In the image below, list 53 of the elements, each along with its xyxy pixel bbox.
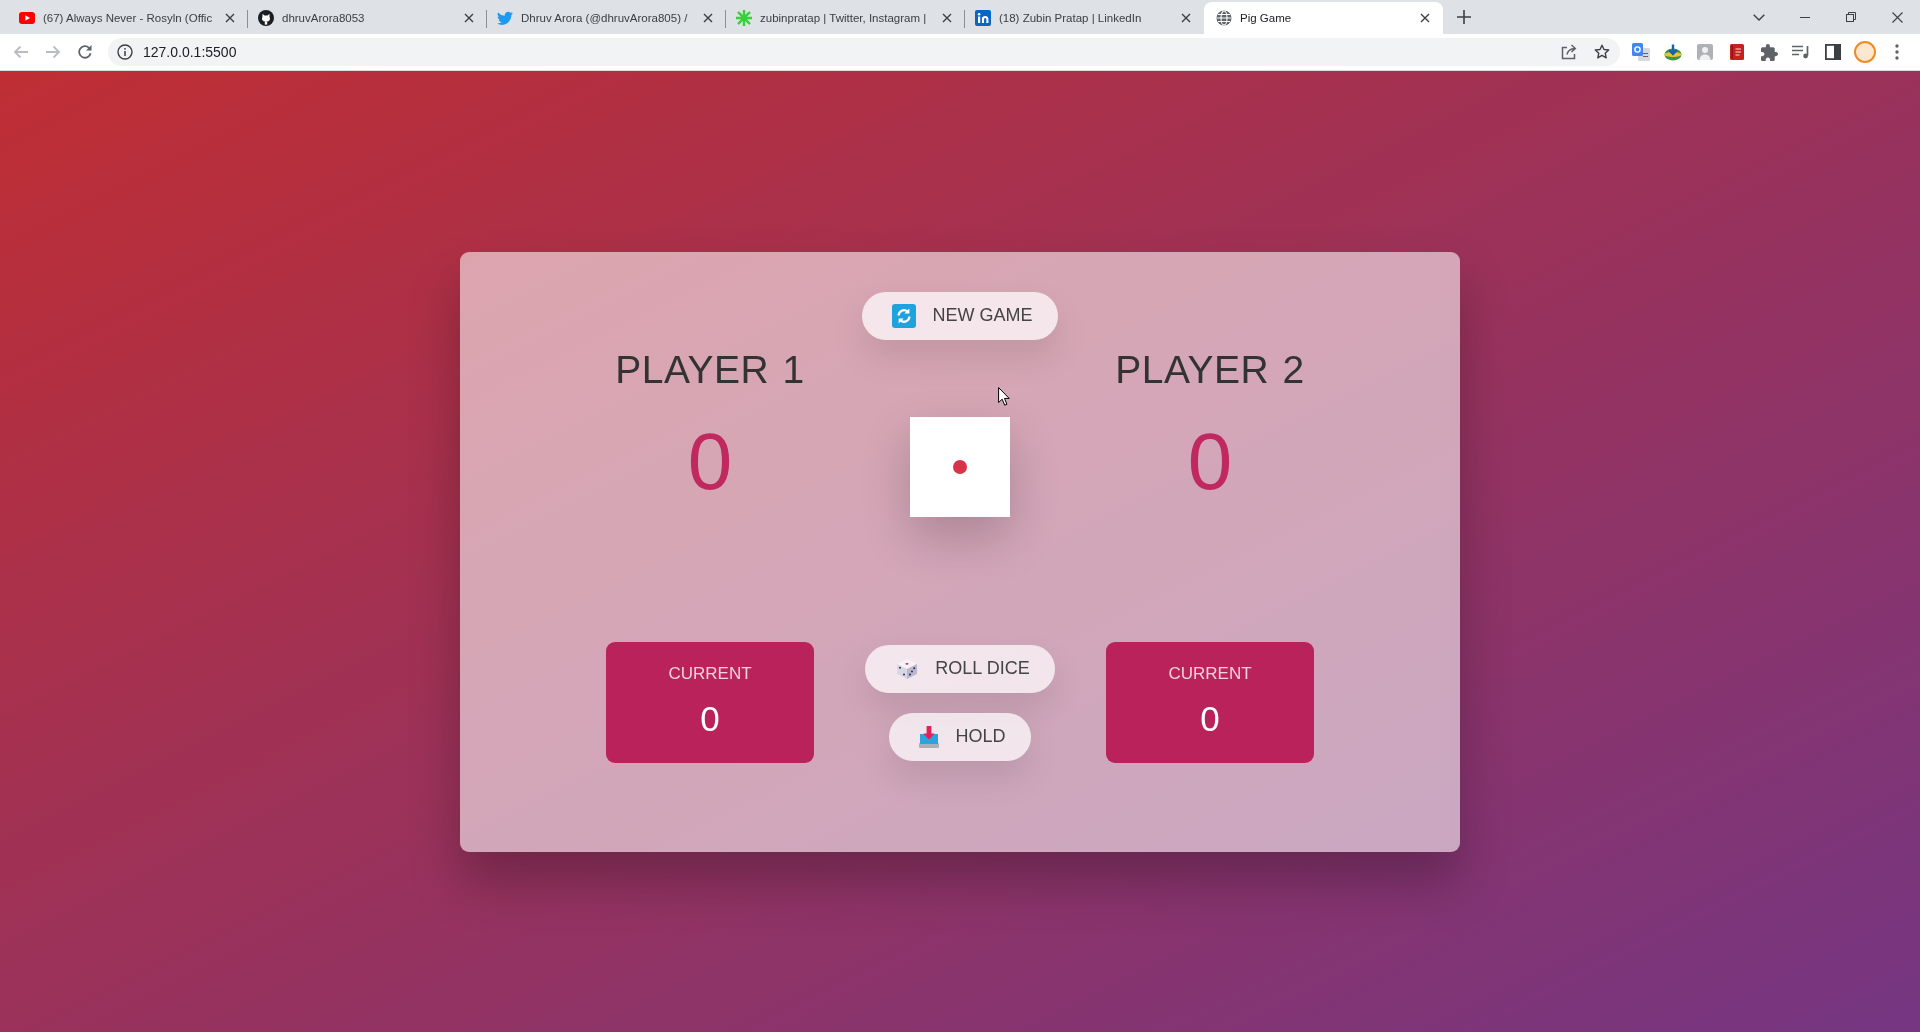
close-icon[interactable] <box>464 13 474 23</box>
browser-tab[interactable]: (67) Always Never - Rosyln (Offic <box>9 2 248 34</box>
current-score: 0 <box>1199 697 1221 740</box>
chevron-down-icon[interactable] <box>1753 13 1765 21</box>
roll-dice-button[interactable]: ROLL DICE <box>865 644 1055 693</box>
total-score: 0 <box>687 415 733 508</box>
close-icon[interactable] <box>1420 13 1430 23</box>
minimize-icon[interactable] <box>1800 16 1810 18</box>
browser-tab[interactable]: (18) Zubin Pratap | LinkedIn <box>965 2 1204 34</box>
current-label: CURRENT <box>1167 662 1253 685</box>
side-panel-icon[interactable] <box>1825 44 1841 60</box>
hold-button[interactable]: HOLD <box>889 712 1031 761</box>
player-name: PLAYER 1 <box>615 346 805 393</box>
pip-icon <box>953 459 967 474</box>
person-tile-icon[interactable] <box>1697 44 1713 60</box>
bird-icon <box>497 11 513 25</box>
url-text: 127.0.0.1:5500 <box>143 44 237 60</box>
playlist-icon[interactable] <box>1792 45 1810 59</box>
current-score: 0 <box>699 697 721 740</box>
close-icon[interactable] <box>1181 13 1191 23</box>
reload-icon[interactable] <box>77 44 93 60</box>
close-icon[interactable] <box>942 13 952 23</box>
inbox-tray-icon <box>919 724 940 749</box>
close-icon[interactable] <box>1891 11 1903 23</box>
more-menu-icon[interactable] <box>1895 44 1899 60</box>
browser-tab[interactable]: dhruvArora8053 <box>248 2 487 34</box>
star-icon[interactable] <box>1594 44 1610 60</box>
puzzle-icon[interactable] <box>1760 43 1778 61</box>
mouse-pointer-icon <box>998 386 1010 406</box>
close-icon[interactable] <box>225 13 235 23</box>
player-name: PLAYER 2 <box>1115 346 1305 393</box>
globe-arrow-icon[interactable] <box>1664 43 1682 61</box>
info-icon[interactable] <box>117 44 133 60</box>
current-label: CURRENT <box>667 662 753 685</box>
close-icon[interactable] <box>703 13 713 23</box>
browser-tab[interactable]: Pig Game <box>1204 2 1443 34</box>
address-bar[interactable]: 127.0.0.1:5500 <box>108 38 1620 66</box>
refresh-icon <box>892 303 917 328</box>
globe-icon <box>1216 10 1232 26</box>
translate-icon[interactable] <box>1632 43 1650 61</box>
new-game-button[interactable]: NEW GAME <box>862 291 1058 340</box>
square-logo-icon <box>975 10 991 26</box>
dice-icon <box>895 656 920 681</box>
starburst-icon <box>736 10 752 26</box>
restore-icon[interactable] <box>1846 12 1856 22</box>
total-score: 0 <box>1187 415 1233 508</box>
plus-icon[interactable] <box>1457 10 1471 24</box>
browser-tab[interactable]: zubinpratap | Twitter, Instagram | <box>726 2 965 34</box>
cat-logo-icon <box>258 10 274 26</box>
play-button-icon <box>19 12 35 24</box>
browser-tab[interactable]: Dhruv Arora (@dhruvArora805) / <box>487 2 726 34</box>
book-icon[interactable] <box>1730 44 1744 60</box>
share-icon[interactable] <box>1561 44 1577 60</box>
